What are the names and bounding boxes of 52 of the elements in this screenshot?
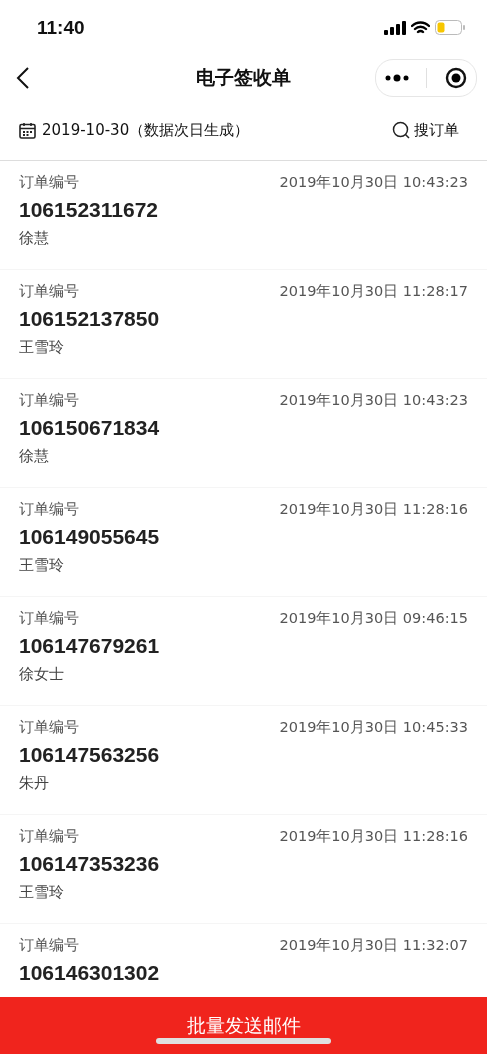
order-row[interactable]: 订单编号 2019年10月30日 09:46:15 106147679261 徐女士: [0, 597, 487, 705]
order-row[interactable]: 订单编号 2019年10月30日 10:43:23 106152311672 徐慧: [0, 161, 487, 269]
order-label: 订单编号: [19, 827, 79, 846]
order-row[interactable]: 订单编号 2019年10月30日 11:28:16 106149055645 王雪玲: [0, 488, 487, 596]
order-time: 2019年10月30日 10:43:23: [279, 173, 468, 192]
order-time: 2019年10月30日 11:28:16: [279, 827, 468, 846]
order-label: 订单编号: [19, 718, 79, 737]
order-number: 106149055645: [19, 525, 161, 549]
order-number: 106152137850: [19, 307, 161, 331]
battery-icon: [435, 20, 465, 35]
order-label: 订单编号: [19, 391, 79, 410]
more-icon[interactable]: [384, 73, 409, 82]
close-icon[interactable]: [445, 66, 468, 89]
order-number: 106147563256: [19, 743, 161, 767]
search-icon: [392, 121, 410, 139]
recipient-name: 王雪玲: [19, 883, 65, 902]
recipient-name: 王雪玲: [19, 338, 65, 357]
wifi-icon: [411, 20, 430, 35]
order-row[interactable]: 订单编号 2019年10月30日 10:43:23 106150671834 徐慧: [0, 379, 487, 487]
date-label[interactable]: 2019-10-30（数据次日生成）: [42, 120, 250, 140]
order-label: 订单编号: [19, 500, 79, 519]
recipient-name: 徐慧: [19, 447, 50, 466]
page-title: 电子签收单: [196, 65, 291, 88]
order-number: 106152311672: [19, 198, 159, 222]
order-time: 2019年10月30日 09:46:15: [279, 609, 468, 628]
order-number: 106147353236: [19, 852, 161, 876]
status-time: 11:40: [37, 16, 85, 39]
order-row[interactable]: 订单编号 2019年10月30日 10:45:33 106147563256 朱丹: [0, 706, 487, 814]
order-time: 2019年10月30日 11:32:07: [279, 936, 468, 955]
order-number: 106146301302: [19, 961, 161, 985]
signal-icon: [384, 20, 406, 35]
recipient-name: 徐女士: [19, 665, 65, 684]
order-time: 2019年10月30日 11:28:17: [279, 282, 468, 301]
order-label: 订单编号: [19, 609, 79, 628]
order-row[interactable]: 订单编号 2019年10月30日 11:28:17 106152137850 王雪玲: [0, 270, 487, 378]
calendar-icon[interactable]: [19, 121, 36, 139]
order-row[interactable]: 订单编号 2019年10月30日 11:32:07 106146301302: [0, 924, 487, 997]
order-time: 2019年10月30日 10:45:33: [279, 718, 468, 737]
recipient-name: 朱丹: [19, 774, 50, 793]
order-number: 106150671834: [19, 416, 161, 440]
back-icon[interactable]: [16, 66, 30, 89]
order-number: 106147679261: [19, 634, 161, 658]
order-time: 2019年10月30日 11:28:16: [279, 500, 468, 519]
order-label: 订单编号: [19, 936, 79, 955]
order-row[interactable]: 订单编号 2019年10月30日 11:28:16 106147353236 王雪玲: [0, 815, 487, 923]
order-time: 2019年10月30日 10:43:23: [279, 391, 468, 410]
recipient-name: 王雪玲: [19, 556, 65, 575]
order-label: 订单编号: [19, 282, 79, 301]
batch-email-button[interactable]: 批量发送邮件: [0, 997, 487, 1054]
search-order-button[interactable]: 搜订单: [392, 120, 459, 140]
order-label: 订单编号: [19, 173, 79, 192]
recipient-name: 徐慧: [19, 229, 50, 248]
